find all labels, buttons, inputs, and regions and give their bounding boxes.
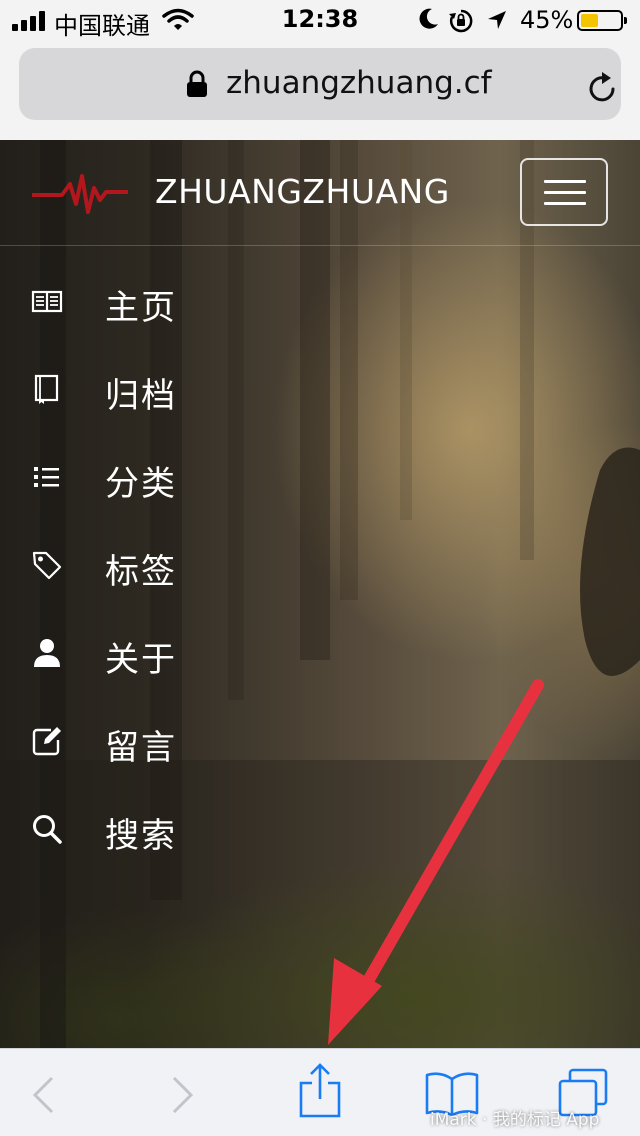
nav-item-tags[interactable]: 标签 [0,524,640,612]
battery-icon [577,10,627,31]
nav-item-search[interactable]: 搜索 [0,788,640,876]
battery-percent: 45% [520,6,574,34]
nav-item-label: 主页 [105,288,177,328]
location-arrow-icon [488,11,506,29]
user-icon [34,639,60,667]
forward-icon[interactable] [170,1075,196,1115]
book-open-icon [31,290,63,313]
url-text: zhuangzhuang.cf [226,65,492,101]
rotation-lock-icon [449,9,473,33]
nav-item-label: 归档 [105,376,177,416]
nav-item-categories[interactable]: 分类 [0,436,640,524]
address-bar[interactable]: zhuangzhuang.cf [19,48,621,120]
battery-level [581,14,598,27]
nav-item-label: 留言 [105,728,177,768]
site-nav: 主页 归档 分类 标签 关于 留言 搜索 [0,260,640,876]
tag-icon [32,551,62,580]
back-icon[interactable] [30,1075,56,1115]
archive-book-icon [34,374,59,404]
share-icon[interactable] [298,1063,342,1119]
watermark: iMark · 我的标记 App [430,1110,600,1130]
nav-item-label: 标签 [105,552,177,592]
lock-icon [187,70,207,97]
browser-chrome: zhuangzhuang.cf [0,40,640,140]
reload-icon[interactable] [587,71,619,105]
nav-item-label: 分类 [105,464,177,504]
header-divider [0,245,640,246]
edit-icon [32,727,61,756]
browser-toolbar: iMark · 我的标记 App [0,1048,640,1136]
nav-item-label: 关于 [105,640,177,680]
menu-toggle-button[interactable] [520,158,608,226]
nav-item-home[interactable]: 主页 [0,260,640,348]
nav-item-label: 搜索 [105,816,177,856]
search-icon [33,815,62,844]
list-icon [34,467,59,487]
nav-item-archive[interactable]: 归档 [0,348,640,436]
status-bar: 中国联通 12:38 45% [0,0,640,40]
web-page: ZHUANGZHUANG 主页 归档 分类 标签 关于 留言 搜索 [0,140,640,1048]
site-title[interactable]: ZHUANGZHUANG [155,172,450,211]
nav-item-guestbook[interactable]: 留言 [0,700,640,788]
site-logo[interactable] [30,170,130,220]
nav-item-about[interactable]: 关于 [0,612,640,700]
moon-icon [419,8,438,29]
